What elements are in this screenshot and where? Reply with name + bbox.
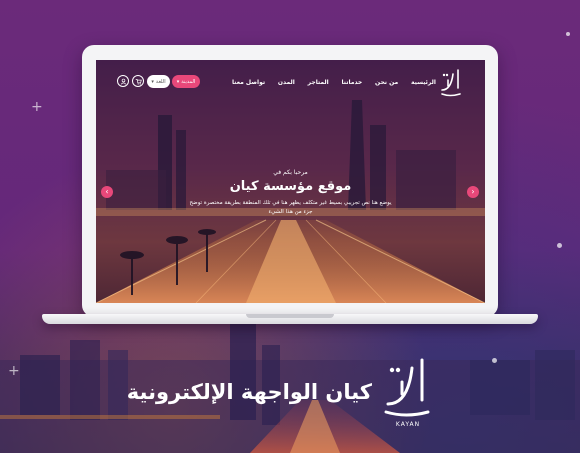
kayan-brand-logo-icon: KAYAN [384,358,430,428]
cart-button[interactable] [132,75,144,87]
chevron-left-icon: ‹ [105,187,109,196]
language-select-label: اللغة [155,78,166,85]
city-select-label: المدينة [181,78,196,85]
laptop-screen: الرئيسية من نحن خدماتنا المتاجر المدن تو… [96,60,485,303]
svg-text:KAYAN: KAYAN [396,421,420,428]
nav-link-stores[interactable]: المتاجر [308,76,329,90]
slider-prev-button[interactable]: ‹ [101,186,113,198]
nav-link-home[interactable]: الرئيسية [411,76,436,90]
hero-description: يوضع هنا نص تجريبي بسيط غير متكلف يظهر ه… [171,199,410,217]
site-navbar: الرئيسية من نحن خدماتنا المتاجر المدن تو… [96,60,485,106]
hero-title: موقع مؤسسة كيان [229,179,352,194]
nav-link-cities[interactable]: المدن [278,76,295,90]
decor-dot [557,243,562,248]
brand-title: كيان الواجهة الإلكترونية [126,380,372,404]
sparkle-icon: + [31,99,43,115]
chevron-down-icon: ▾ [176,78,180,85]
nav-link-about[interactable]: من نحن [375,76,398,90]
city-select[interactable]: ▾ المدينة [172,75,200,88]
hero-description-line: جزء من هذا الشيء [268,209,313,215]
hero-welcome-text: مرحبا بكم في [273,169,308,176]
nav-link-contact[interactable]: تواصل معنا [232,76,265,90]
kayan-logo-icon [441,69,461,97]
language-select[interactable]: ▾ اللغة [147,75,170,88]
sparkle-icon: + [8,363,20,379]
nav-link-services[interactable]: خدماتنا [342,76,363,90]
hero-description-line: يوضع هنا نص تجريبي بسيط غير متكلف يظهر ه… [189,200,392,206]
decor-dot [566,32,570,36]
laptop-notch [246,314,334,318]
decor-dot [492,358,497,363]
chevron-right-icon: › [471,187,475,196]
cart-icon [135,78,142,85]
user-icon [120,78,126,85]
nav-links: الرئيسية من نحن خدماتنا المتاجر المدن تو… [232,76,436,90]
chevron-down-icon: ▾ [151,78,154,85]
account-button[interactable] [117,75,129,87]
slider-next-button[interactable]: › [467,186,479,198]
